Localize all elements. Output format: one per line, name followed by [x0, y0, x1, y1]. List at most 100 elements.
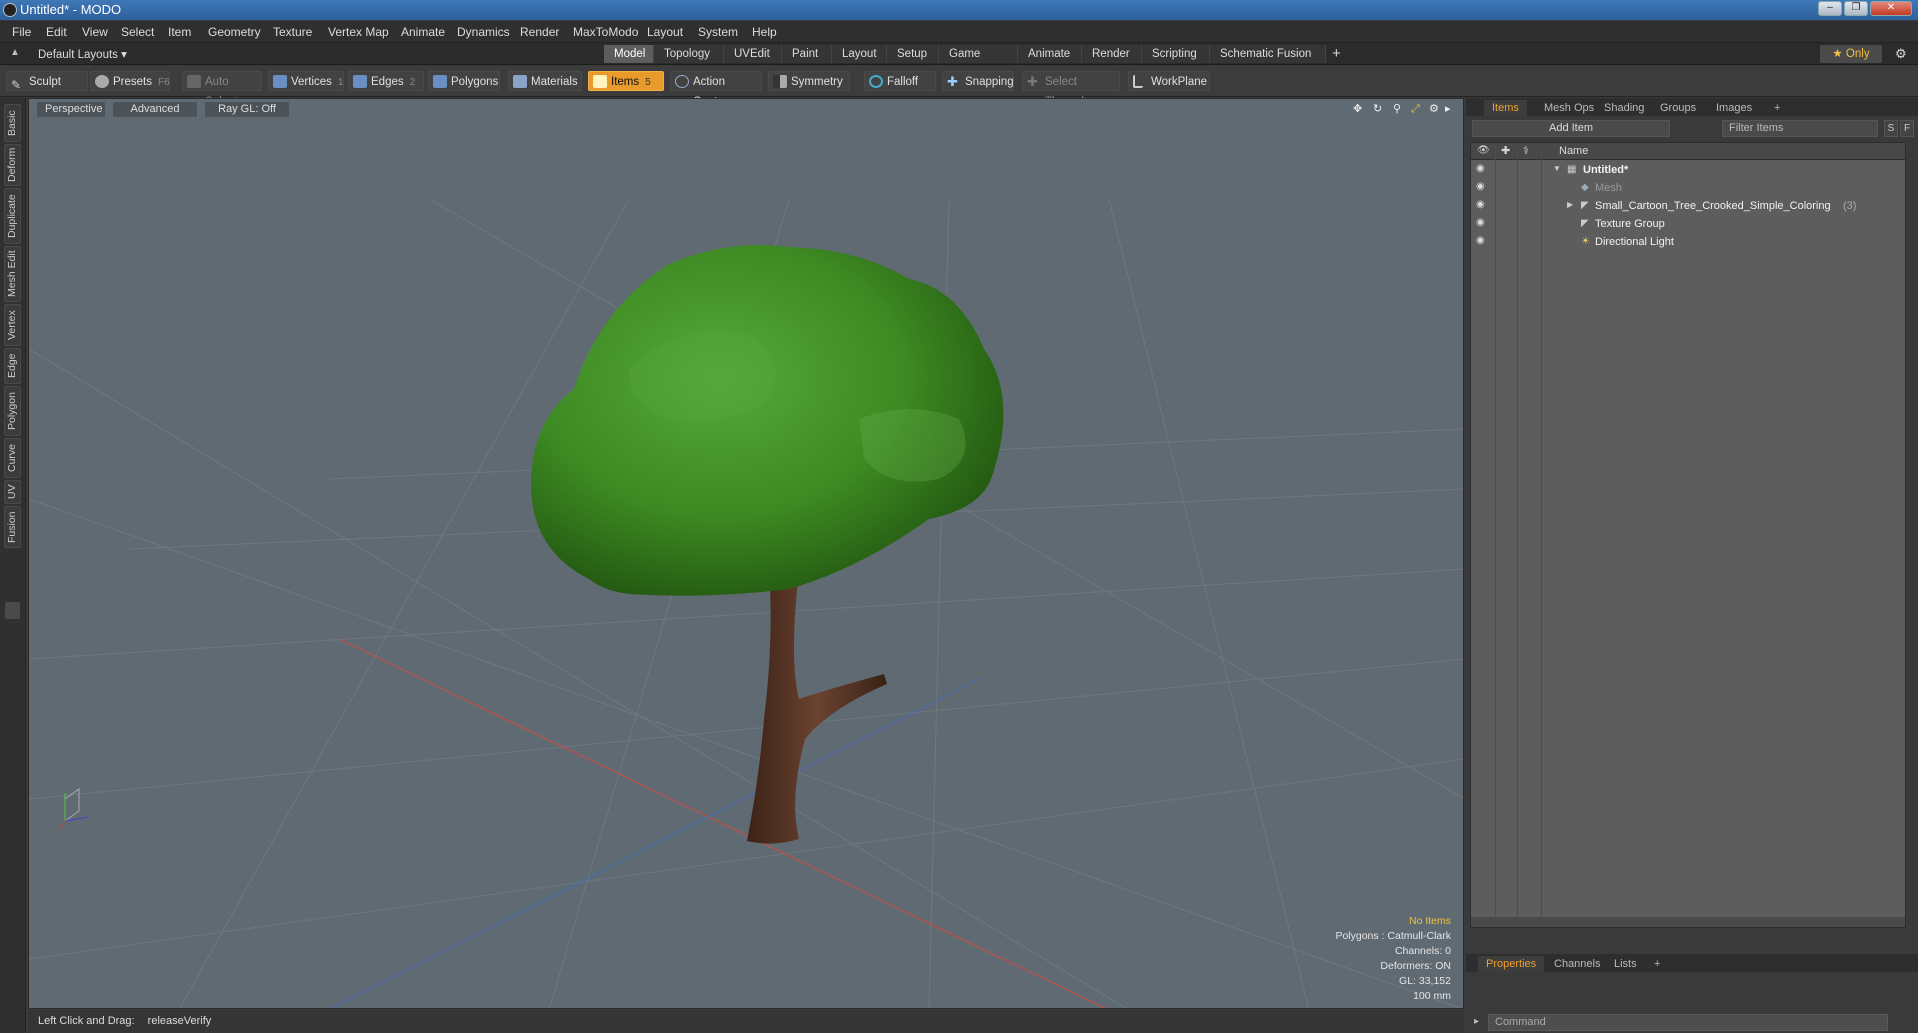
layout-up-icon[interactable]: ▲: [10, 47, 20, 58]
workplane-button[interactable]: WorkPlane: [1128, 71, 1210, 91]
rotate-icon[interactable]: ↻: [1373, 103, 1385, 115]
vtab-duplicate[interactable]: Duplicate: [4, 188, 21, 244]
tab-setup[interactable]: Setup: [887, 45, 939, 63]
filter-items-input[interactable]: Filter Items: [1722, 120, 1878, 137]
sculpt-button[interactable]: ✎ Sculpt: [6, 71, 88, 92]
minimize-button[interactable]: –: [1818, 1, 1842, 16]
tree-row-directional-light[interactable]: ◉ ☀ Directional Light: [1471, 233, 1905, 251]
menu-item[interactable]: Item: [168, 25, 191, 39]
maximize-button[interactable]: ❐: [1844, 1, 1868, 16]
add-tab-button[interactable]: +: [1326, 45, 1352, 63]
vtab-curve[interactable]: Curve: [4, 438, 21, 478]
tab-model[interactable]: Model: [604, 45, 654, 63]
items-button[interactable]: Items 5: [588, 71, 664, 91]
vtab-edge[interactable]: Edge: [4, 348, 21, 384]
tree-row-mesh[interactable]: ◉ ◆ Mesh: [1471, 179, 1905, 197]
menu-dynamics[interactable]: Dynamics: [457, 25, 510, 39]
menu-texture[interactable]: Texture: [273, 25, 312, 39]
menu-view[interactable]: View: [82, 25, 108, 39]
tree-row-untitled[interactable]: ◉ ▼ ▦ Untitled*: [1471, 161, 1905, 179]
vtab-vertex[interactable]: Vertex: [4, 304, 21, 346]
tab-uvedit[interactable]: UVEdit: [724, 45, 782, 63]
eye-icon[interactable]: ◉: [1476, 236, 1488, 246]
menu-file[interactable]: File: [12, 25, 31, 39]
tab-properties[interactable]: Properties: [1478, 956, 1545, 972]
falloff-button[interactable]: Falloff: [864, 71, 936, 91]
3d-viewport[interactable]: Perspective Advanced Ray GL: Off ✥ ↻ ⚲ ⤢…: [28, 98, 1464, 1009]
menu-render[interactable]: Render: [520, 25, 559, 39]
menu-system[interactable]: System: [698, 25, 738, 39]
layout-selector[interactable]: Default Layouts ▾: [38, 47, 127, 61]
menu-geometry[interactable]: Geometry: [208, 25, 261, 39]
tab-schematic-fusion[interactable]: Schematic Fusion: [1210, 45, 1326, 63]
vtab-deform[interactable]: Deform: [4, 144, 21, 186]
tab-images[interactable]: Images: [1708, 100, 1760, 116]
menu-animate[interactable]: Animate: [401, 25, 445, 39]
zoom-icon[interactable]: ⚲: [1393, 103, 1405, 115]
snapping-button[interactable]: ✚ Snapping: [942, 71, 1014, 91]
close-button[interactable]: ✕: [1870, 1, 1912, 16]
add-properties-tab[interactable]: +: [1646, 956, 1668, 972]
menu-select[interactable]: Select: [121, 25, 154, 39]
eye-icon[interactable]: ◉: [1476, 182, 1488, 192]
command-input[interactable]: Command: [1488, 1014, 1888, 1031]
vtab-polygon[interactable]: Polygon: [4, 386, 21, 436]
sidebar-toggle-button[interactable]: [5, 602, 20, 619]
viewport-gear-icon[interactable]: ⚙: [1429, 103, 1441, 115]
raygl-button[interactable]: Ray GL: Off: [205, 102, 289, 117]
status-hint: Left Click and Drag:: [38, 1015, 135, 1027]
menu-edit[interactable]: Edit: [46, 25, 67, 39]
properties-panel-tabs: Properties Channels Lists +: [1466, 954, 1918, 972]
polygons-button[interactable]: Polygons: [428, 71, 500, 91]
select-through-icon: ✚: [1027, 74, 1038, 89]
tab-scripting[interactable]: Scripting: [1142, 45, 1210, 63]
vertices-button[interactable]: Vertices 1: [268, 71, 344, 91]
view-type-button[interactable]: Perspective: [37, 102, 105, 117]
auto-select-button[interactable]: Auto Select: [182, 71, 262, 108]
tab-render[interactable]: Render: [1082, 45, 1142, 63]
expand-arrow-icon[interactable]: ▶: [1567, 200, 1573, 209]
vtab-mesh-edit[interactable]: Mesh Edit: [4, 246, 21, 302]
vtab-fusion[interactable]: Fusion: [4, 506, 21, 548]
fit-icon[interactable]: ⤢: [1411, 103, 1423, 115]
add-item-dropdown[interactable]: Add Item: [1472, 120, 1670, 137]
action-center-button[interactable]: Action Center: [670, 71, 762, 108]
menu-help[interactable]: Help: [752, 25, 777, 39]
eye-icon[interactable]: ◉: [1476, 164, 1488, 174]
tree-horizontal-scrollbar[interactable]: [1471, 917, 1905, 927]
shading-mode-button[interactable]: Advanced: [113, 102, 197, 117]
viewport-arrow-icon[interactable]: ▸: [1445, 103, 1457, 115]
tab-channels[interactable]: Channels: [1546, 956, 1608, 972]
tab-mesh-ops[interactable]: Mesh Ops: [1536, 100, 1602, 116]
tab-items[interactable]: Items: [1484, 100, 1527, 116]
symmetry-button[interactable]: Symmetry: [768, 71, 850, 91]
vtab-basic[interactable]: Basic: [4, 104, 21, 142]
tab-lists[interactable]: Lists: [1606, 956, 1645, 972]
menu-maxtomodo[interactable]: MaxToModo: [573, 25, 638, 39]
tab-topology[interactable]: Topology: [654, 45, 724, 63]
materials-button[interactable]: Materials: [508, 71, 582, 91]
eye-icon[interactable]: ◉: [1476, 200, 1488, 210]
menu-layout[interactable]: Layout: [647, 25, 683, 39]
tree-row-texture-group[interactable]: ◉ ◤ Texture Group: [1471, 215, 1905, 233]
edges-button[interactable]: Edges 2: [348, 71, 424, 91]
tab-shading[interactable]: Shading: [1596, 100, 1652, 116]
f-button[interactable]: F: [1900, 120, 1914, 137]
select-through-button[interactable]: ✚Select Through: [1022, 71, 1120, 108]
pan-icon[interactable]: ✥: [1353, 103, 1365, 115]
tab-layout[interactable]: Layout: [832, 45, 887, 63]
vtab-uv[interactable]: UV: [4, 480, 21, 504]
add-panel-tab[interactable]: +: [1766, 100, 1788, 116]
expand-arrow-icon[interactable]: ▼: [1553, 164, 1561, 173]
tab-paint[interactable]: Paint: [782, 45, 832, 63]
settings-gear-icon[interactable]: ⚙: [1895, 46, 1907, 62]
s-button[interactable]: S: [1884, 120, 1898, 137]
eye-icon[interactable]: ◉: [1476, 218, 1488, 228]
tree-row-tree-model[interactable]: ◉ ▶ ◤ Small_Cartoon_Tree_Crooked_Simple_…: [1471, 197, 1905, 215]
tab-game-tools[interactable]: Game Tools: [939, 45, 1018, 78]
only-toggle[interactable]: ★ Only: [1820, 45, 1882, 63]
presets-button[interactable]: Presets F6: [90, 71, 170, 91]
tab-animate[interactable]: Animate: [1018, 45, 1082, 63]
menu-vertex-map[interactable]: Vertex Map: [328, 25, 389, 39]
tab-groups[interactable]: Groups: [1652, 100, 1704, 116]
